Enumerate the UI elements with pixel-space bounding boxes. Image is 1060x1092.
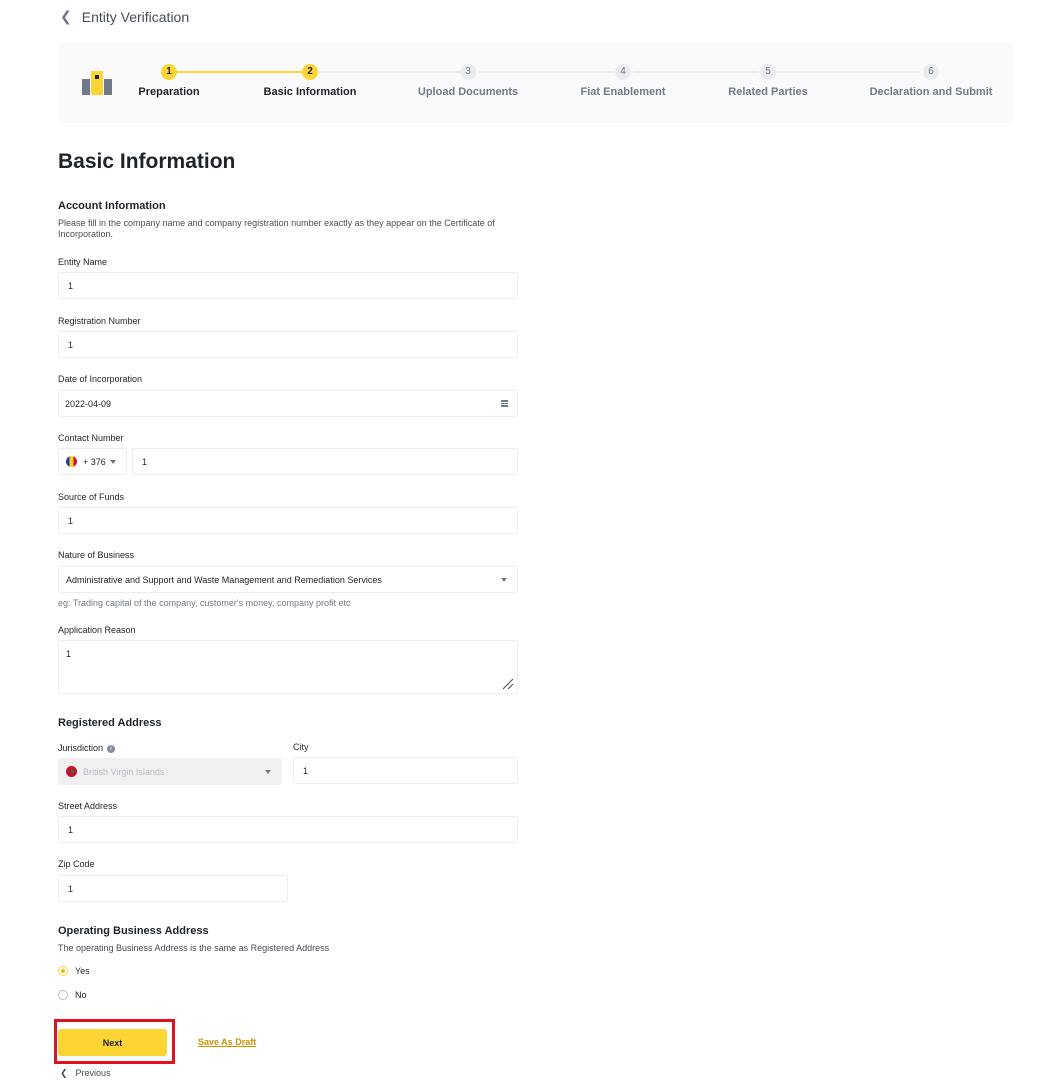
step-3-label: Upload Documents <box>417 86 519 98</box>
bvi-flag-icon <box>66 766 77 777</box>
progress-stepper: 1 2 3 4 5 6 Preparation Basic Informatio… <box>58 43 1014 123</box>
entity-name-value: 1 <box>68 280 74 291</box>
step-1-number: 1 <box>161 64 177 80</box>
street-address-input[interactable]: 1 <box>58 816 518 843</box>
operating-address-question: The operating Business Address is the sa… <box>58 943 330 953</box>
zip-code-value: 1 <box>68 883 74 894</box>
radio-option-yes[interactable]: Yes <box>58 966 90 976</box>
contact-number-input[interactable]: 1 <box>132 448 518 475</box>
contact-number-label: Contact Number <box>58 433 124 443</box>
city-input[interactable]: 1 <box>293 757 518 784</box>
radio-button-checked[interactable] <box>58 966 68 976</box>
radio-option-no[interactable]: No <box>58 990 87 1000</box>
step-5-number: 5 <box>760 64 776 80</box>
step-connector <box>776 71 920 73</box>
jurisdiction-select: British Virgin Islands <box>58 758 282 785</box>
application-reason-value: 1 <box>66 649 72 659</box>
jurisdiction-value: British Virgin Islands <box>83 766 165 777</box>
save-as-draft-link[interactable]: Save As Draft <box>198 1037 256 1047</box>
street-address-value: 1 <box>68 824 74 835</box>
info-icon[interactable]: i <box>107 744 116 753</box>
chevron-left-icon: ❮ <box>60 1068 68 1078</box>
andorra-flag-icon <box>66 456 77 467</box>
chevron-down-icon <box>110 460 116 464</box>
step-connector <box>478 71 614 73</box>
contact-number-value: 1 <box>142 456 148 467</box>
step-5-label: Related Parties <box>728 86 808 98</box>
previous-label: Previous <box>75 1068 111 1078</box>
nature-of-business-select[interactable]: Administrative and Support and Waste Man… <box>58 566 518 593</box>
radio-no-label: No <box>75 990 87 1000</box>
jurisdiction-label-text: Jurisdiction <box>58 743 104 753</box>
source-of-funds-input[interactable]: 1 <box>58 507 518 534</box>
city-value: 1 <box>303 765 309 776</box>
source-of-funds-value: 1 <box>68 515 74 526</box>
entity-name-input[interactable]: 1 <box>58 272 518 299</box>
page-title: Basic Information <box>58 150 236 173</box>
calendar-icon[interactable] <box>501 400 508 407</box>
nature-of-business-value: Administrative and Support and Waste Man… <box>66 574 382 585</box>
entity-name-label: Entity Name <box>58 257 108 267</box>
chevron-left-icon: ❮ <box>60 8 72 24</box>
account-info-description: Please fill in the company name and comp… <box>58 218 495 239</box>
registration-number-input[interactable]: 1 <box>58 331 518 358</box>
page-header-title: Entity Verification <box>81 8 190 25</box>
next-button[interactable]: Next <box>58 1029 167 1056</box>
radio-yes-label: Yes <box>75 966 90 976</box>
zip-code-input[interactable]: 1 <box>58 875 288 902</box>
resize-handle-icon[interactable] <box>502 678 514 690</box>
chevron-down-icon <box>501 578 507 582</box>
chevron-down-icon <box>265 770 271 774</box>
jurisdiction-label: Jurisdiction i <box>58 743 116 753</box>
application-reason-textarea[interactable]: 1 <box>58 640 518 694</box>
source-of-funds-label: Source of Funds <box>58 492 125 502</box>
step-4-label: Fiat Enablement <box>580 86 666 98</box>
account-info-title: Account Information <box>58 200 166 212</box>
step-6-number: 6 <box>923 64 939 80</box>
date-of-incorporation-label: Date of Incorporation <box>58 374 143 384</box>
registered-address-title: Registered Address <box>58 717 162 729</box>
application-reason-label: Application Reason <box>58 625 136 635</box>
step-4-number: 4 <box>615 64 631 80</box>
zip-code-label: Zip Code <box>58 859 95 869</box>
back-link[interactable]: ❮ Entity Verification <box>60 8 189 25</box>
entity-building-icon <box>82 71 112 95</box>
country-code-select[interactable]: + 376 <box>58 448 127 475</box>
step-connector <box>317 71 460 73</box>
date-of-incorporation-input[interactable]: 2022-04-09 <box>58 390 518 417</box>
country-code-value: + 376 <box>83 456 106 467</box>
step-connector <box>177 71 310 73</box>
registration-number-value: 1 <box>68 339 74 350</box>
step-1-label: Preparation <box>138 86 200 98</box>
nature-of-business-label: Nature of Business <box>58 550 135 560</box>
step-2-label: Basic Information <box>263 86 357 98</box>
registration-number-label: Registration Number <box>58 316 141 326</box>
street-address-label: Street Address <box>58 801 118 811</box>
date-value: 2022-04-09 <box>65 398 112 409</box>
step-2-number: 2 <box>302 64 318 80</box>
previous-link[interactable]: ❮ Previous <box>60 1068 111 1079</box>
city-label: City <box>293 742 309 752</box>
step-6-label: Declaration and Submit <box>869 86 993 98</box>
step-connector <box>633 71 759 73</box>
step-3-number: 3 <box>460 64 476 80</box>
operating-address-title: Operating Business Address <box>58 925 209 937</box>
radio-button[interactable] <box>58 990 68 1000</box>
nature-of-business-hint: eg: Trading capital of the company, cust… <box>58 598 351 608</box>
